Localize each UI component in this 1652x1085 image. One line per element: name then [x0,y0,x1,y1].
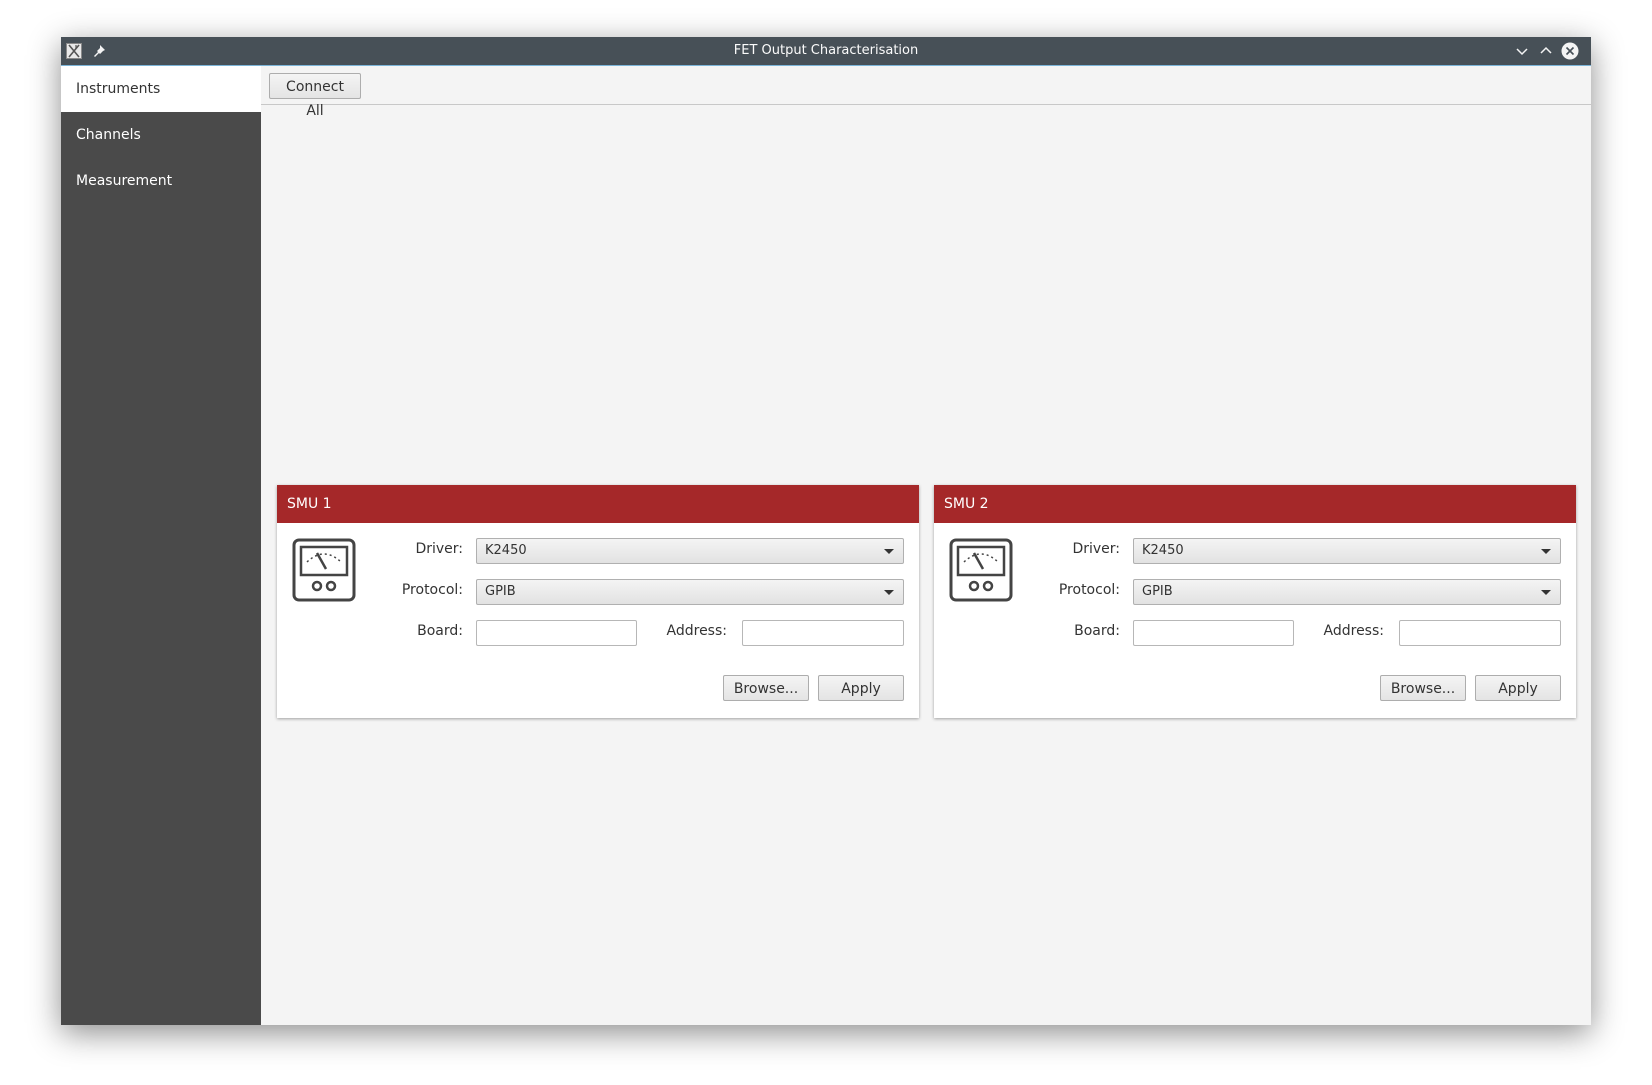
sidebar-item-label: Channels [76,127,141,143]
pin-icon[interactable] [91,43,107,59]
chevron-down-icon [884,549,894,554]
sidebar-item-label: Instruments [76,81,161,97]
close-icon[interactable] [1560,41,1580,61]
sidebar-item-measurement[interactable]: Measurement [61,158,261,204]
title-bar[interactable]: FET Output Characterisation [61,37,1591,65]
meter-icon [949,538,1013,602]
board-label: Board: [1074,623,1120,639]
protocol-value: GPIB [1142,584,1173,599]
address-field[interactable] [1399,620,1561,646]
driver-select[interactable]: K2450 [1133,538,1561,564]
panel-title: SMU 2 [934,485,1576,523]
driver-label: Driver: [1072,541,1120,557]
protocol-value: GPIB [485,584,516,599]
sidebar-item-channels[interactable]: Channels [61,112,261,158]
browse-button[interactable]: Browse... [723,675,809,701]
panel-title: SMU 1 [277,485,919,523]
connect-all-button[interactable]: Connect All [269,73,361,119]
address-label: Address: [1323,623,1384,639]
smu-panel-1: SMU 1 Driver: K2450 Protocol: GPIB Board… [277,485,919,718]
address-label: Address: [666,623,727,639]
protocol-select[interactable]: GPIB [476,579,904,605]
driver-value: K2450 [1142,543,1184,558]
meter-icon [292,538,356,602]
sidebar-item-instruments[interactable]: Instruments [61,66,261,112]
driver-select[interactable]: K2450 [476,538,904,564]
smu-panel-2: SMU 2 Driver: K2450 Protocol: GPIB Board… [934,485,1576,718]
driver-label: Driver: [415,541,463,557]
address-field[interactable] [742,620,904,646]
protocol-label: Protocol: [401,582,463,598]
toolbar: Connect All [261,66,1591,119]
minimize-icon[interactable] [1512,41,1532,61]
chevron-down-icon [884,590,894,595]
board-label: Board: [417,623,463,639]
maximize-icon[interactable] [1536,41,1556,61]
apply-button[interactable]: Apply [818,675,904,701]
board-field[interactable] [1133,620,1294,646]
protocol-select[interactable]: GPIB [1133,579,1561,605]
chevron-down-icon [1541,549,1551,554]
app-icon[interactable] [66,43,82,59]
board-field[interactable] [476,620,637,646]
protocol-label: Protocol: [1058,582,1120,598]
apply-button[interactable]: Apply [1475,675,1561,701]
browse-button[interactable]: Browse... [1380,675,1466,701]
app-window: FET Output Characterisation Instruments … [61,37,1591,1025]
window-title: FET Output Characterisation [733,43,919,58]
main-content: Connect All SMU 1 Driver: K2450 Protocol… [261,66,1591,1025]
driver-value: K2450 [485,543,527,558]
sidebar-item-label: Measurement [76,173,173,189]
sidebar: Instruments Channels Measurement [61,66,261,1025]
chevron-down-icon [1541,590,1551,595]
